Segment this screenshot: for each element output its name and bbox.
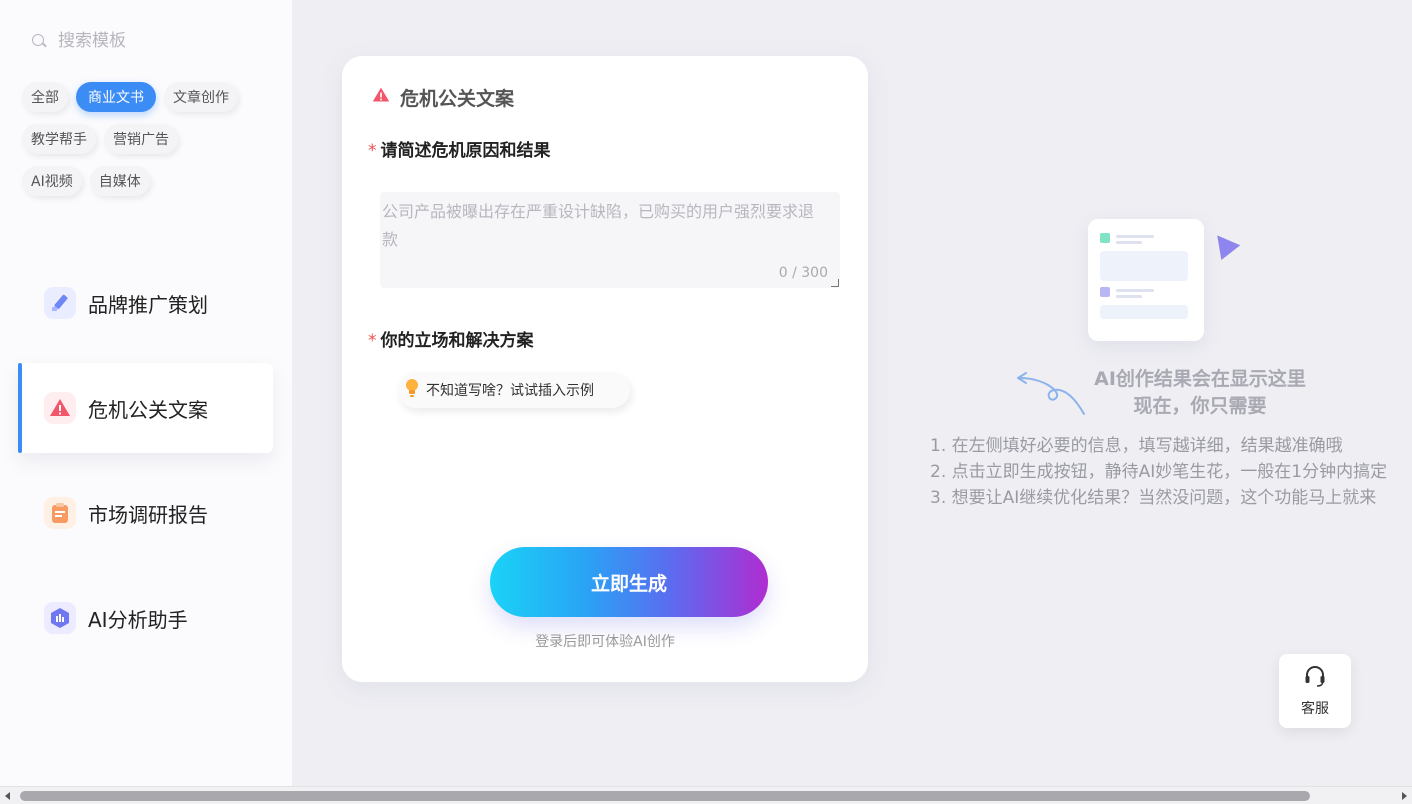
step-item: 2. 点击立即生成按钮，静待AI妙笔生花，一般在1分钟内搞定 [930,462,1388,482]
sidebar: 全部 商业文书 文章创作 教学帮手 营销广告 AI视频 自媒体 [0,0,292,786]
crisis-cause-label-text: 请简述危机原因和结果 [380,141,551,161]
warning-icon [44,392,76,424]
required-mark: * [368,141,377,161]
scrollbar-thumb[interactable] [20,791,1310,801]
result-placeholder-title: AI创作结果会在显示这里 现在，你只需要 [1080,366,1320,420]
customer-service-button[interactable]: 客服 [1279,654,1351,728]
nav-item-ai-analysis[interactable]: AI分析助手 [18,573,273,663]
crisis-cause-label: * 请简述危机原因和结果 [368,136,551,161]
chip-marketing[interactable]: 营销广告 [104,124,178,154]
required-mark: * [368,331,377,351]
template-list: 品牌推广策划 危机公关文案 市场调研报告 AI分析助手 [18,258,273,678]
chip-teaching[interactable]: 教学帮手 [22,124,96,154]
chip-self-media[interactable]: 自媒体 [89,166,150,196]
form-title: 危机公关文案 [372,84,514,111]
placeholder-title-line2: 现在，你只需要 [1133,395,1267,417]
template-search[interactable] [30,28,258,54]
horizontal-scrollbar[interactable] [0,786,1412,804]
step-item: 1. 在左侧填好必要的信息，填写越详细，结果越准确哦 [930,436,1343,456]
chip-all[interactable]: 全部 [22,82,68,112]
document-icon [1088,219,1204,341]
curved-arrow-icon [1017,372,1085,415]
crisis-cause-input[interactable] [380,192,840,288]
form-card: 危机公关文案 *请简述危机原因和结果 0 / 300 *你的立场和解决方案 不知… [342,56,868,682]
form-title-text: 危机公关文案 [400,88,515,110]
scroll-left-icon[interactable] [5,792,10,800]
search-icon [30,32,48,50]
chip-article[interactable]: 文章创作 [164,82,238,112]
lightbulb-icon [404,378,420,402]
nav-label: 市场调研报告 [88,502,208,527]
insert-example-label: 不知道写啥？试试插入示例 [426,383,594,399]
ai-analysis-icon [44,602,76,634]
app-root: 全部 商业文书 文章创作 教学帮手 营销广告 AI视频 自媒体 [0,0,1412,804]
warning-icon [372,86,390,109]
login-note: 登录后即可体验AI创作 [535,634,675,650]
insert-example-button[interactable]: 不知道写啥？试试插入示例 [398,372,630,408]
nav-label: 危机公关文案 [88,397,208,422]
solution-label-text: 你的立场和解决方案 [380,331,534,351]
headset-icon [1303,664,1327,692]
result-illustration [1088,219,1241,341]
customer-service-label: 客服 [1301,701,1329,717]
crisis-cause-field: 0 / 300 [380,192,840,288]
nav-label: 品牌推广策划 [88,292,208,317]
chip-business[interactable]: 商业文书 [76,82,156,112]
nav-item-market-research[interactable]: 市场调研报告 [18,468,273,558]
generate-button[interactable]: 立即生成 [490,547,768,617]
solution-label: * 你的立场和解决方案 [368,326,534,351]
search-input[interactable] [58,31,258,51]
nav-label: AI分析助手 [88,607,188,632]
chip-ai-video[interactable]: AI视频 [22,166,82,196]
result-placeholder-steps: 1. 在左侧填好必要的信息，填写越详细，结果越准确哦 2. 点击立即生成按钮，静… [930,433,1400,511]
decor-triangle-icon [1207,227,1241,261]
resize-handle[interactable] [831,279,839,287]
category-chips: 全部 商业文书 文章创作 教学帮手 营销广告 AI视频 自媒体 [22,82,272,208]
char-counter: 0 / 300 [778,265,828,281]
placeholder-title-line1: AI创作结果会在显示这里 [1094,368,1306,390]
clipboard-icon [44,497,76,529]
scroll-right-icon[interactable] [1402,792,1407,800]
brand-pen-icon [44,287,76,319]
nav-item-brand[interactable]: 品牌推广策划 [18,258,273,348]
nav-item-crisis-pr[interactable]: 危机公关文案 [18,363,273,453]
step-item: 3. 想要让AI继续优化结果？当然没问题，这个功能马上就来 [930,488,1377,508]
